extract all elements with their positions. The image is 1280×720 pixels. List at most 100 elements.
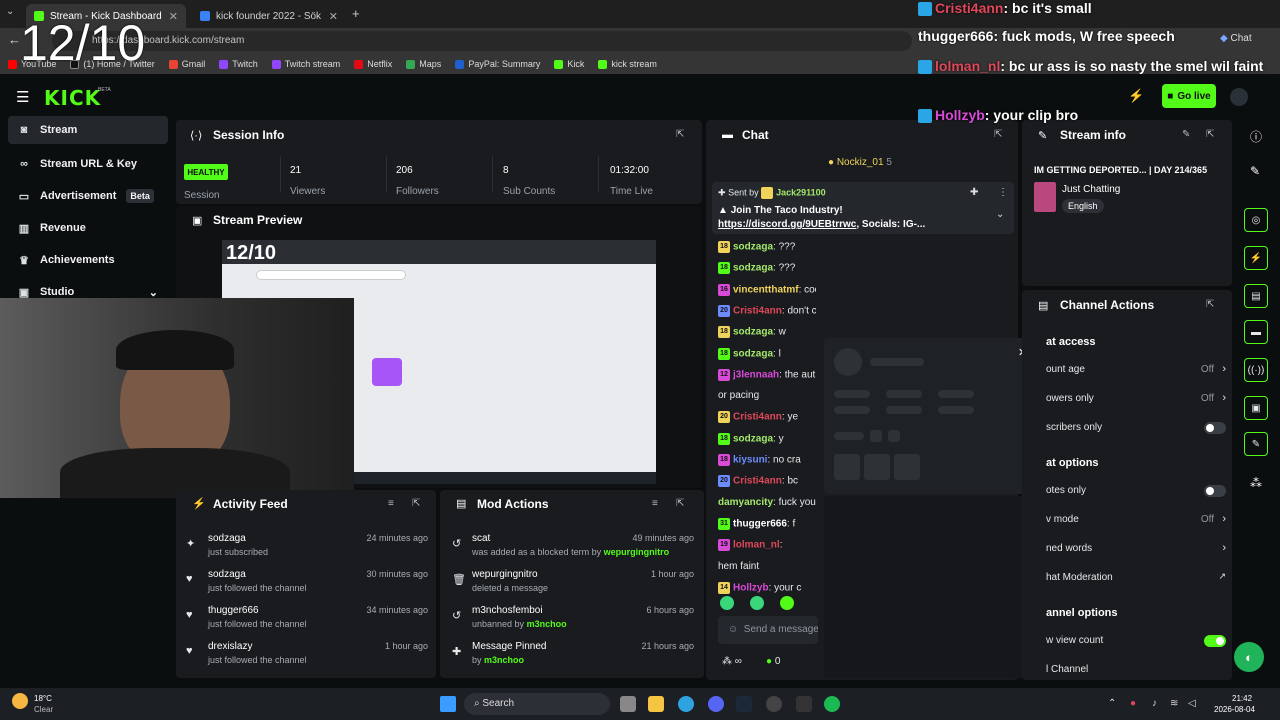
edit-icon[interactable]: ✎	[1182, 129, 1190, 140]
chat-username[interactable]: Hollzyb	[733, 582, 769, 593]
bookmark-kick[interactable]: Kick	[554, 59, 584, 69]
emote-quick-2[interactable]	[750, 596, 764, 610]
chat-username[interactable]: vincentthatmf	[733, 284, 799, 295]
popout-icon[interactable]: ⇱	[1206, 129, 1214, 140]
followers-only-row[interactable]: owers only Off ›	[1046, 392, 1226, 409]
rail-chat-button[interactable]: ▬	[1244, 320, 1268, 344]
bookmark-netflix[interactable]: Netflix	[354, 59, 392, 69]
popout-icon[interactable]: ⇱	[676, 498, 684, 509]
top-gifter[interactable]: ● Nockiz_01 5	[828, 157, 892, 168]
bookmark-gmail[interactable]: Gmail	[168, 59, 205, 69]
spotify-icon[interactable]	[824, 696, 840, 712]
rail-broadcast-button[interactable]: ((·))	[1244, 358, 1268, 382]
taskbar-search[interactable]: ⌕ Search	[464, 693, 610, 715]
sidebar-item-advertisement[interactable]: ▭ Advertisement Beta	[8, 182, 168, 210]
chat-username[interactable]: lolman_nl	[733, 540, 780, 551]
sidebar-item-stream[interactable]: ◙ Stream	[8, 116, 168, 144]
activity-user[interactable]: sodzaga	[208, 569, 246, 580]
tray-app-icon[interactable]: ●	[1130, 698, 1136, 709]
file-explorer-icon[interactable]	[648, 696, 664, 712]
mod-action-by[interactable]: m3nchoo	[484, 655, 524, 665]
chat-username[interactable]: damyancity	[718, 497, 773, 508]
obs-icon[interactable]	[766, 696, 782, 712]
banned-words-row[interactable]: ned words ›	[1046, 542, 1226, 559]
windows-start-icon[interactable]	[440, 696, 456, 712]
view-count-toggle[interactable]	[1204, 635, 1226, 647]
sidebar-item-stream-url[interactable]: ∞ Stream URL & Key	[8, 150, 168, 178]
wifi-icon[interactable]: ≋	[1170, 698, 1178, 709]
clock-time[interactable]: 21:42	[1232, 694, 1252, 703]
chat-username[interactable]: sodzaga	[733, 263, 773, 274]
edge-icon[interactable]	[678, 696, 694, 712]
subscribers-only-toggle[interactable]	[1204, 422, 1226, 434]
chat-username[interactable]: j3lennaah	[733, 369, 779, 380]
channel-row[interactable]: l Channel	[1046, 664, 1226, 680]
rail-stream-preview-button[interactable]: ◎	[1244, 208, 1268, 232]
chevron-down-icon[interactable]: ⌄	[996, 209, 1004, 220]
microphone-icon[interactable]: ♪	[1152, 698, 1157, 709]
rail-activity-button[interactable]: ⚡	[1244, 246, 1268, 270]
more-icon[interactable]: ⋮	[998, 187, 1008, 198]
terminal-icon[interactable]	[796, 696, 812, 712]
category-name[interactable]: Just Chatting	[1062, 184, 1120, 195]
chat-username[interactable]: Cristi4ann	[733, 476, 782, 487]
emote-quick-1[interactable]	[720, 596, 734, 610]
bookmark-twitch[interactable]: Twitch	[219, 59, 258, 69]
category-thumbnail[interactable]	[1034, 182, 1056, 212]
account-age-row[interactable]: ount age Off ›	[1046, 363, 1226, 380]
chat-username[interactable]: sodzaga	[733, 433, 773, 444]
emote-quick-3[interactable]	[780, 596, 794, 610]
popout-icon[interactable]: ⇱	[994, 129, 1002, 140]
help-button[interactable]: ◐	[1234, 642, 1264, 672]
clock-date[interactable]: 2026-08-04	[1214, 705, 1255, 714]
activity-user[interactable]: sodzaga	[208, 533, 246, 544]
steam-icon[interactable]	[736, 696, 752, 712]
settings-dots-icon[interactable]: ⁂	[1250, 476, 1262, 490]
chat-username[interactable]: sodzaga	[733, 327, 773, 338]
pinned-link[interactable]: https://discord.gg/9UEBtrrwc	[718, 219, 856, 230]
kick-emblem-icon[interactable]: ⚡	[1128, 88, 1144, 104]
bookmark-kick-stream[interactable]: kick stream	[598, 59, 657, 69]
chat-username[interactable]: sodzaga	[733, 242, 773, 253]
sidebar-item-achievements[interactable]: ♛ Achievements	[8, 246, 168, 274]
tab-search-icon[interactable]: ⌄	[6, 6, 14, 17]
kick-points[interactable]: ● 0	[766, 656, 780, 667]
popout-icon[interactable]: ⇱	[1206, 299, 1214, 310]
close-tab-icon[interactable]: ✕	[169, 10, 178, 23]
popout-icon[interactable]: ⇱	[412, 498, 420, 509]
chat-username[interactable]: kiysuni	[733, 455, 767, 466]
activity-user[interactable]: drexislazy	[208, 641, 252, 652]
new-tab-icon[interactable]: +	[352, 6, 360, 21]
bookmark-paypal[interactable]: PayPal: Summary	[455, 59, 540, 69]
filter-icon[interactable]: ≡	[652, 498, 658, 509]
tray-chevron-icon[interactable]: ⌃	[1108, 698, 1116, 709]
menu-icon[interactable]: ☰	[16, 88, 29, 106]
emotes-only-toggle[interactable]	[1204, 485, 1226, 497]
go-live-button[interactable]: ■ Go live	[1162, 84, 1216, 108]
kick-logo[interactable]: KICK	[44, 86, 101, 110]
discord-icon[interactable]	[708, 696, 724, 712]
info-icon[interactable]: ⓘ	[1250, 128, 1262, 145]
chat-username[interactable]: Cristi4ann	[733, 412, 782, 423]
mod-action-by[interactable]: wepurgingnitro	[604, 547, 670, 557]
activity-user[interactable]: thugger666	[208, 605, 259, 616]
task-view-icon[interactable]	[620, 696, 636, 712]
rail-tools-button[interactable]: ✎	[1244, 432, 1268, 456]
rail-mod-button[interactable]: ▣	[1244, 396, 1268, 420]
browser-tab-search[interactable]: kick founder 2022 - Sök ✕	[192, 4, 346, 28]
mod-action-by[interactable]: m3nchoo	[527, 619, 567, 629]
pinned-user[interactable]: Jack291100	[776, 187, 826, 197]
chat-username[interactable]: Cristi4ann	[733, 306, 782, 317]
unpin-icon[interactable]: ✚	[970, 187, 978, 198]
sidebar-item-revenue[interactable]: ▥ Revenue	[8, 214, 168, 242]
url-field[interactable]: https://dashboard.kick.com/stream	[52, 31, 912, 51]
slow-mode-row[interactable]: v mode Off ›	[1046, 513, 1226, 530]
browser-chat-button[interactable]: ◆ Chat	[1220, 33, 1252, 44]
close-tab-icon[interactable]: ✕	[329, 10, 338, 23]
chat-moderation-row[interactable]: hat Moderation ↗	[1046, 571, 1226, 588]
bookmark-maps[interactable]: Maps	[406, 59, 441, 69]
chat-input[interactable]: ☺ Send a message	[718, 616, 818, 644]
avatar[interactable]	[1230, 88, 1248, 106]
chat-username[interactable]: thugger666	[733, 519, 787, 530]
chat-username[interactable]: sodzaga	[733, 348, 773, 359]
